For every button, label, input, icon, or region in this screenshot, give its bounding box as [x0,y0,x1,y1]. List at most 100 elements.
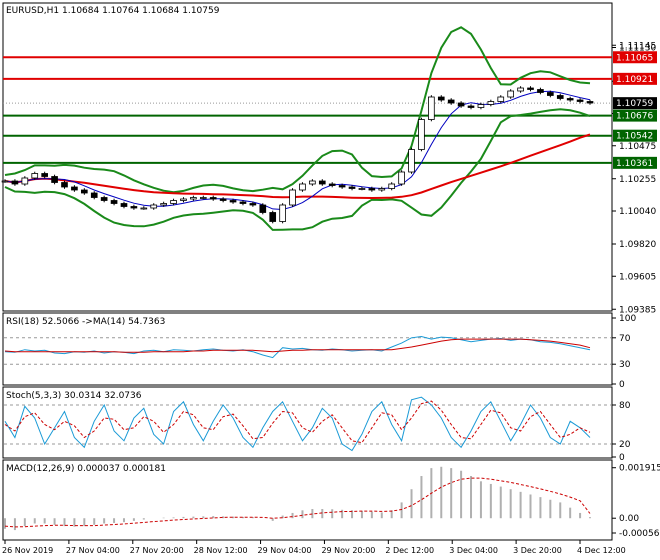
candle-body [61,182,68,188]
candle-body [120,203,128,207]
candle-body [467,105,475,108]
candle-body [348,186,356,189]
candle-body [576,99,584,102]
osc-y-tick-label: 20 [619,440,631,450]
candle-body [269,212,277,222]
stoch-title: Stoch(5,3,3) 30.0314 32.0736 [6,391,142,401]
current-price-tag-label: 1.10759 [616,99,653,109]
chart-header-ohlc: 1.10684 1.10764 1.10684 1.10759 [62,6,220,16]
candle-body [259,204,267,213]
candle-body [338,185,346,188]
chart-header-symbol: EURUSD,H1 [6,6,59,16]
macd-y-tick-label: 0.00 [619,514,639,524]
main-y-tick-label: 1.10475 [619,142,656,152]
candle-body [556,95,564,99]
candle-body [190,197,197,200]
candle-body [229,200,237,203]
candle-body [90,192,98,198]
candle-body [80,189,88,194]
candle-body [547,92,554,96]
candle-body [398,171,405,185]
macd-y-tick-label: -0.00056 [619,529,660,539]
candle-body [21,177,29,185]
candle-body [437,96,445,101]
x-tick-label: 4 Dec 12:00 [577,546,626,555]
macd-title: MACD(12,26,9) 0.000037 0.000181 [6,464,166,474]
x-tick-label: 28 Nov 12:00 [194,546,248,555]
x-tick-label: 29 Nov 04:00 [258,546,312,555]
macd-y-tick-label: 0.001915 [619,464,660,474]
candle-body [527,87,534,90]
candle-body [358,188,366,190]
candle-body [150,204,158,209]
candle-body [299,183,306,191]
candle-body [170,200,177,204]
osc-y-tick-label: 70 [619,334,631,344]
candle-body [418,119,425,150]
candle-body [289,189,296,206]
osc-y-tick-label: 0 [619,453,625,463]
candle-body [71,186,78,191]
candle-body [239,201,247,204]
candle-body [537,89,544,93]
x-tick-label: 2 Dec 12:00 [385,546,434,555]
candle-body [31,173,39,179]
candle-body [477,104,485,108]
candle-body [388,183,396,189]
candle-body [51,176,58,183]
trading-chart-window: 1.111451.111301.109051.106901.104751.102… [0,0,660,560]
main-panel-frame [2,2,613,312]
candle-body [100,197,108,201]
candle-body [199,197,207,199]
level-tag-label: 1.10361 [616,159,653,169]
rsi-title: RSI(18) 52.5066 ->MA(14) 54.7363 [6,317,165,327]
level-tag-label: 1.10921 [616,75,653,85]
x-tick-label: 27 Nov 20:00 [130,546,184,555]
candle-body [507,90,515,98]
candle-body [408,149,415,173]
main-y-tick-label: 1.10040 [619,207,656,217]
candle-body [378,188,386,191]
osc-y-tick-label: 0 [619,380,625,390]
candle-body [368,188,376,191]
candle-body [586,101,594,104]
candle-body [11,180,19,185]
osc-y-tick-label: 80 [619,401,631,411]
level-tag-label: 1.10542 [616,132,653,142]
candle-body [209,197,217,200]
chart-canvas: 1.111451.111301.109051.106901.104751.102… [1,2,660,555]
osc-y-tick-label: 30 [619,360,631,370]
osc-y-tick-label: 100 [619,314,636,324]
candle-body [457,102,465,107]
main-y-tick-label: 1.09605 [619,272,656,282]
candle-body [249,203,257,206]
x-tick-label: 27 Nov 04:00 [66,546,120,555]
candle-body [517,87,524,92]
candle-body [140,207,148,210]
candle-body [279,204,286,222]
level-tag-label: 1.11065 [616,53,653,63]
main-y-tick-label: 1.09820 [619,240,656,250]
x-tick-label: 3 Dec 20:00 [513,546,562,555]
main-y-tick-label: 1.10255 [619,175,656,185]
candle-body [318,180,326,185]
level-tag-label: 1.10676 [616,112,653,122]
candle-body [1,180,9,183]
x-tick-label: 29 Nov 20:00 [321,546,375,555]
candle-body [180,198,187,201]
candle-body [447,99,455,104]
candle-body [219,198,227,201]
candle-body [487,101,495,105]
candle-body [160,203,167,206]
candle-body [497,96,505,102]
candle-body [566,98,574,101]
candle-body [309,180,316,185]
candle-body [130,206,138,209]
candle-body [110,200,118,204]
candle-body [41,173,48,177]
x-tick-label: 26 Nov 2019 [2,546,53,555]
time-axis: 26 Nov 2019 27 Nov 04:00 27 Nov 20:00 28 No… [2,540,626,555]
candle-body [428,96,435,120]
candle-body [328,183,336,186]
x-tick-label: 3 Dec 04:00 [449,546,498,555]
